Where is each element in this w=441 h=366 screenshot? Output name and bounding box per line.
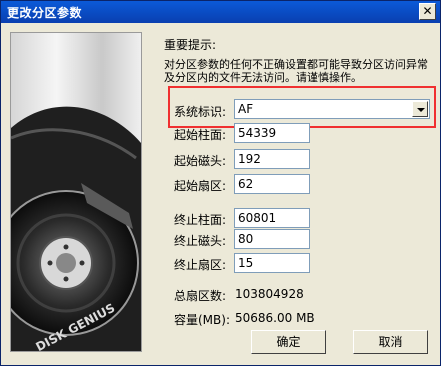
close-icon: ✕	[422, 4, 433, 18]
dialog-content: DISK GENIUS 重要提示: 对分区参数的任何不正确设置都可能导致分区访问…	[4, 24, 437, 363]
disk-genius-artwork: DISK GENIUS	[10, 32, 142, 352]
hint-title: 重要提示:	[164, 38, 217, 52]
start-sector-label: 起始扇区:	[174, 179, 227, 193]
start-head-label: 起始磁头:	[174, 154, 227, 168]
system-id-value: AF	[238, 102, 254, 116]
hint-text: 对分区参数的任何不正确设置都可能导致分区访问异常及分区内的文件无法访问。请谨慎操…	[164, 58, 428, 84]
start-cylinder-label: 起始柱面:	[174, 128, 227, 142]
chevron-down-icon[interactable]	[412, 101, 428, 117]
end-head-input[interactable]: 80	[234, 229, 310, 249]
dialog-window: 更改分区参数 ✕ DISK GENIUS 重要提示: 对分区参数的任何不正确设置…	[0, 0, 441, 366]
capacity-value: 50686.00 MB	[235, 311, 315, 325]
end-sector-label: 终止扇区:	[174, 258, 227, 272]
window-title: 更改分区参数	[7, 6, 83, 20]
end-sector-input[interactable]: 15	[234, 253, 310, 273]
system-id-label: 系统标识:	[174, 105, 227, 119]
capacity-label: 容量(MB):	[174, 313, 230, 327]
end-cylinder-label: 终止柱面:	[174, 213, 227, 227]
close-button[interactable]: ✕	[419, 3, 436, 20]
end-cylinder-input[interactable]: 60801	[234, 208, 310, 228]
ok-button[interactable]: 确定	[251, 330, 326, 354]
start-sector-input[interactable]: 62	[234, 174, 310, 194]
end-head-label: 终止磁头:	[174, 234, 227, 248]
title-bar: 更改分区参数 ✕	[1, 1, 440, 23]
cancel-button[interactable]: 取消	[353, 330, 428, 354]
system-id-dropdown[interactable]: AF	[234, 99, 430, 119]
start-head-input[interactable]: 192	[234, 149, 310, 169]
start-cylinder-input[interactable]: 54339	[234, 123, 310, 143]
total-sectors-label: 总扇区数:	[174, 289, 227, 303]
total-sectors-value: 103804928	[235, 287, 304, 301]
